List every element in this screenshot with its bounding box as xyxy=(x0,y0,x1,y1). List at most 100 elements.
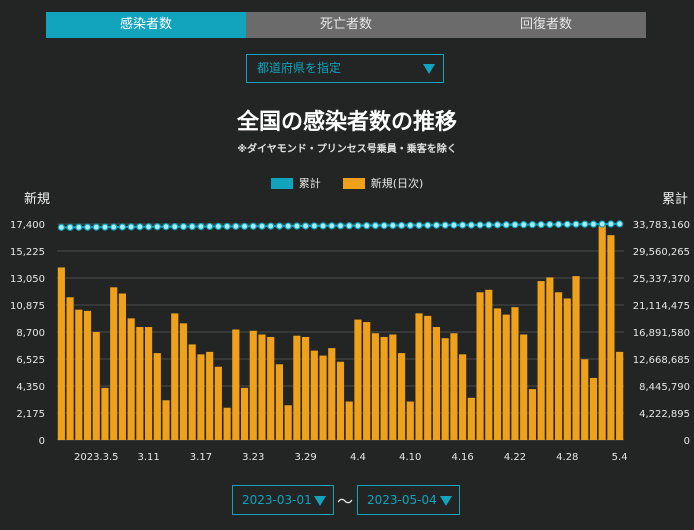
bar-daily-cases xyxy=(258,334,266,440)
prefecture-select[interactable]: 都道府県を指定 xyxy=(246,54,444,83)
bar-daily-cases xyxy=(249,330,257,440)
point-cumulative xyxy=(310,222,318,230)
legend-label-daily: 新規(日次) xyxy=(370,177,424,190)
point-cumulative xyxy=(380,221,388,230)
y-tick-label-left: 6,525 xyxy=(16,355,45,366)
bar-daily-cases xyxy=(520,334,528,440)
bar-daily-cases xyxy=(546,277,554,440)
x-tick-label: 5.4 xyxy=(612,452,628,463)
y-tick-label-right: 4,222,895 xyxy=(639,409,690,420)
point-cumulative xyxy=(267,222,275,230)
point-cumulative xyxy=(502,221,510,229)
bar-daily-cases xyxy=(493,308,502,440)
y-tick-label-right: 29,560,265 xyxy=(633,247,690,258)
date-from-value: 2023-03-01 xyxy=(242,493,312,507)
prefecture-select-placeholder: 都道府県を指定 xyxy=(257,61,342,75)
chart-subtitle: ※ダイヤモンド・プリンセス号乗員・乗客を除く xyxy=(237,144,457,155)
chevron-down-icon xyxy=(440,496,452,506)
date-range-separator: 〜 xyxy=(337,492,354,511)
point-cumulative xyxy=(249,222,257,230)
date-to-select[interactable]: 2023-05-04 xyxy=(357,485,460,515)
bar-daily-cases xyxy=(83,310,92,440)
bar-daily-cases xyxy=(240,387,249,440)
point-cumulative xyxy=(206,222,214,231)
point-cumulative xyxy=(563,220,571,228)
point-cumulative xyxy=(607,220,615,228)
bar-daily-cases xyxy=(136,327,144,440)
bar-daily-cases xyxy=(589,377,598,440)
bar-daily-cases xyxy=(66,297,74,440)
bar-daily-cases xyxy=(188,344,196,440)
date-from-select[interactable]: 2023-03-01 xyxy=(232,485,334,515)
y-tick-label-left: 4,350 xyxy=(16,382,45,393)
point-cumulative xyxy=(520,221,528,229)
tab-recovered[interactable]: 回復者数 xyxy=(446,12,646,38)
point-cumulative xyxy=(110,223,118,231)
point-cumulative xyxy=(162,223,170,231)
x-tick-label: 4.22 xyxy=(504,452,526,463)
point-cumulative xyxy=(415,221,423,229)
point-cumulative xyxy=(389,221,397,230)
tab-bar: 感染者数 死亡者数 回復者数 xyxy=(46,12,646,38)
point-cumulative xyxy=(171,223,179,231)
point-cumulative xyxy=(511,221,519,229)
point-cumulative xyxy=(188,222,196,231)
x-tick-label: 4.4 xyxy=(350,452,366,463)
point-cumulative xyxy=(537,220,545,229)
point-cumulative xyxy=(616,220,624,228)
point-cumulative xyxy=(467,221,475,229)
tab-cases[interactable]: 感染者数 xyxy=(46,12,246,38)
bar-daily-cases xyxy=(415,313,423,440)
x-tick-label: 4.10 xyxy=(399,452,421,463)
bar-daily-cases xyxy=(153,353,161,440)
point-cumulative xyxy=(406,221,414,230)
x-tick-label: 4.28 xyxy=(556,452,578,463)
bar-daily-cases xyxy=(302,336,310,440)
bar-daily-cases xyxy=(110,287,118,440)
point-cumulative xyxy=(485,221,493,229)
bar-daily-cases xyxy=(354,319,362,440)
point-cumulative xyxy=(144,223,153,231)
bar-daily-cases xyxy=(223,407,231,440)
legend-item-daily[interactable]: 新規(日次) xyxy=(342,175,424,191)
bar-daily-cases xyxy=(441,338,449,440)
bar-daily-cases xyxy=(345,401,353,440)
legend-item-cumulative[interactable]: 累計 xyxy=(270,175,321,191)
point-cumulative xyxy=(302,222,310,230)
bar-daily-cases xyxy=(101,387,109,440)
bar-daily-cases xyxy=(197,354,205,440)
bar-daily-cases xyxy=(380,336,388,440)
bar-daily-cases xyxy=(397,353,406,440)
bar-daily-cases xyxy=(389,334,397,440)
point-cumulative xyxy=(546,220,554,229)
tab-deaths[interactable]: 死亡者数 xyxy=(246,12,446,38)
point-cumulative xyxy=(476,221,484,229)
point-cumulative xyxy=(284,222,292,230)
bar-daily-cases xyxy=(572,276,580,440)
point-cumulative xyxy=(432,221,441,229)
point-cumulative xyxy=(197,222,205,231)
bar-daily-cases xyxy=(284,405,292,440)
y-tick-label-left: 10,875 xyxy=(10,301,45,312)
point-cumulative xyxy=(345,222,353,230)
bar-daily-cases xyxy=(145,327,153,440)
bar-daily-cases xyxy=(555,292,563,440)
point-cumulative xyxy=(57,223,65,231)
bar-daily-cases xyxy=(502,314,510,440)
date-to-value: 2023-05-04 xyxy=(367,493,437,507)
bar-daily-cases xyxy=(485,289,493,440)
y-tick-label-left: 2,175 xyxy=(16,409,45,420)
bar-daily-cases xyxy=(328,348,336,440)
bar-daily-cases xyxy=(467,397,475,440)
point-cumulative xyxy=(354,222,362,230)
y-tick-label-right: 25,337,370 xyxy=(633,274,690,285)
legend-swatch-cumulative xyxy=(270,177,293,189)
bar-daily-cases xyxy=(214,366,222,440)
point-cumulative xyxy=(572,220,580,228)
y-tick-label-right: 21,114,475 xyxy=(633,301,690,312)
point-cumulative xyxy=(232,222,240,230)
point-cumulative xyxy=(371,221,379,230)
point-cumulative xyxy=(153,223,161,231)
bar-daily-cases xyxy=(267,336,275,440)
chevron-down-icon xyxy=(314,496,326,506)
